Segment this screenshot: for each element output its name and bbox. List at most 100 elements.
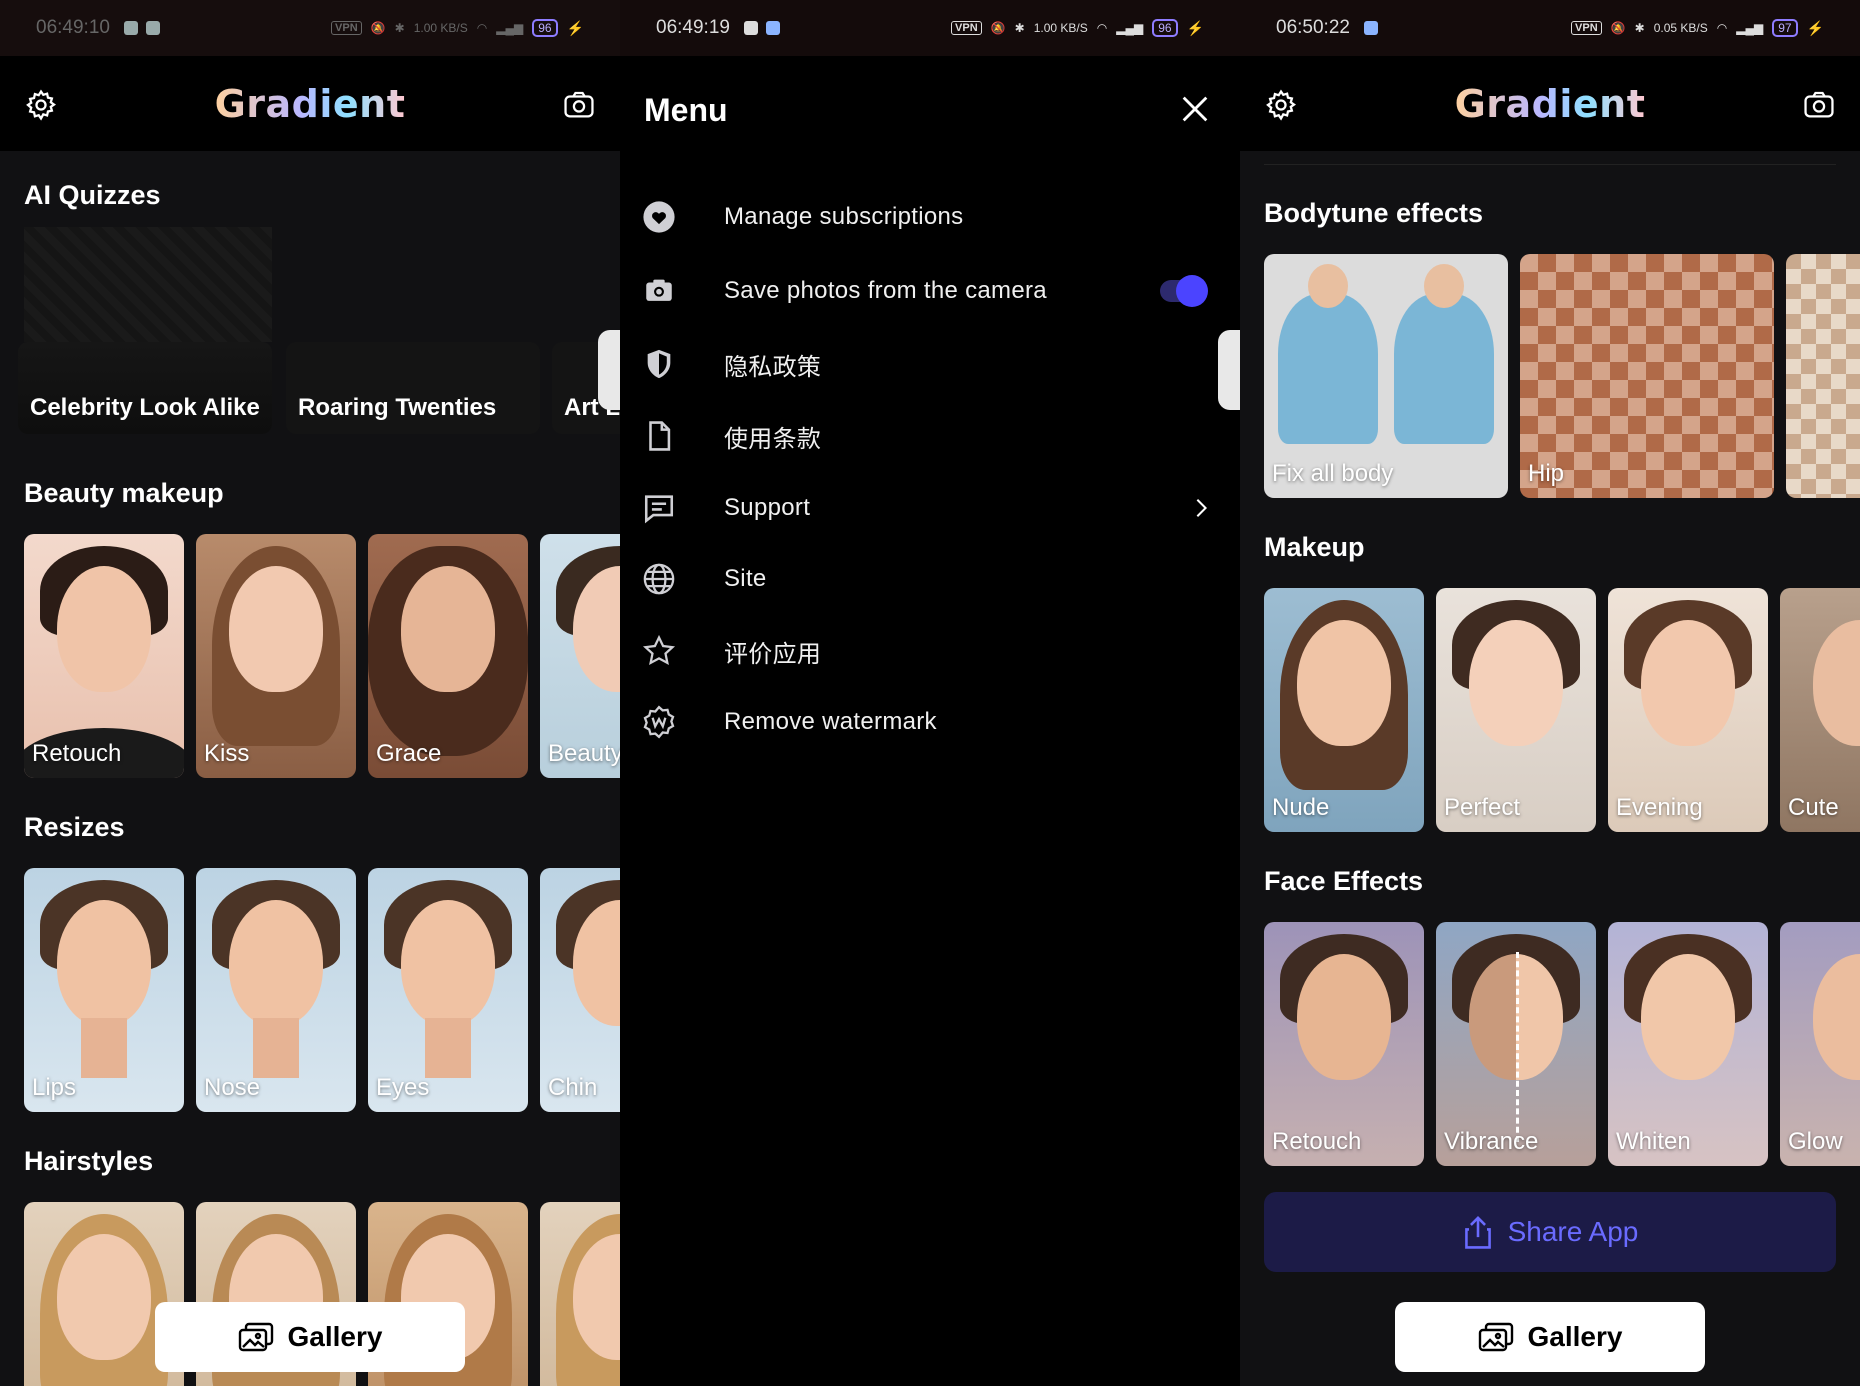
gallery-button-label: Gallery [287,1321,383,1352]
quiz-card[interactable]: Celebrity Look Alike [18,227,272,434]
effect-card[interactable]: Retouch [24,534,184,778]
menu-item-label: Site [724,565,767,592]
bluetooth-icon: ✱ [394,21,405,35]
menu-item-rate-app[interactable]: 评价应用 [620,621,1240,681]
status-time: 06:50:22 [1276,17,1350,38]
card-photo [57,1234,151,1360]
document-icon [649,421,671,451]
status-bar: 06:50:22 VPN 🔕 ✱ 0.05 KB/S ◠ ▂▄▆ 97 ⚡ [1240,0,1860,56]
effect-card[interactable]: Retouch [1264,922,1424,1166]
effect-card[interactable] [540,1202,620,1386]
effect-card-label: Kiss [204,740,250,767]
menu-item-support[interactable]: Support [620,478,1240,538]
camera-icon [646,279,672,301]
menu-item-site[interactable]: Site [620,549,1240,609]
effect-card[interactable]: Fix all body [1264,254,1508,498]
menu-item-manage-subscriptions[interactable]: Manage subscriptions [620,187,1240,247]
card-photo [57,566,151,692]
drawer-handle[interactable] [1218,330,1240,410]
effect-card[interactable]: Eyes [368,868,528,1112]
signal-icon: ▂▄▆ [496,21,524,35]
effect-card-label: Lips [32,1074,77,1101]
menu-item-remove-watermark[interactable]: Remove watermark [620,692,1240,752]
effect-card[interactable]: Whiten [1608,922,1768,1166]
menu-item-label: Support [724,494,811,521]
effect-card[interactable]: Nose [196,868,356,1112]
effect-card[interactable]: Kiss [196,534,356,778]
settings-gear-icon[interactable] [1264,88,1298,122]
effect-card-label: Glow [1788,1128,1843,1155]
camera-icon[interactable] [562,88,596,122]
effect-card[interactable]: Nude [1264,588,1424,832]
app-bar: Gradient [1240,56,1860,151]
gallery-button[interactable]: Gallery [155,1302,465,1372]
app-logo: Gradient [1454,81,1646,126]
vpn-icon: VPN [951,21,982,35]
effect-card[interactable]: Vibrance [1436,922,1596,1166]
section-title-face-effects: Face Effects [1264,866,1424,896]
effect-card-label: Grace [376,740,442,767]
section-title-ai-quizzes: AI Quizzes [24,180,161,210]
card-photo [229,566,323,692]
effect-card-label: Evening [1616,794,1703,821]
effect-card[interactable]: Beauty [540,534,620,778]
close-icon[interactable] [1178,92,1212,126]
menu-item-label: 隐私政策 [724,353,822,381]
effect-card[interactable]: Lips [24,868,184,1112]
shield-icon [647,349,671,379]
chevron-right-icon [1196,499,1208,517]
section-title-hairstyles: Hairstyles [24,1146,154,1176]
effect-card-label: Nose [204,1074,261,1101]
effect-card-label: Nude [1272,794,1330,821]
effect-card-label: Whiten [1616,1128,1691,1155]
star-icon [642,634,676,666]
quiz-card[interactable]: Roaring Twenties [286,342,540,434]
share-app-button[interactable]: Share App [1264,1192,1836,1272]
battery-icon: 96 [532,19,558,37]
save-photos-toggle[interactable] [1160,275,1208,307]
menu-item-save-photos[interactable]: Save photos from the camera [620,261,1240,321]
notification-icon [123,21,138,35]
effect-card[interactable] [1786,254,1860,498]
effect-card[interactable]: Chin [540,868,620,1112]
card-photo [1424,264,1464,308]
drawer-handle[interactable] [598,330,620,410]
battery-icon: 96 [1152,19,1178,37]
menu-title: Menu [644,92,728,128]
camera-icon[interactable] [1802,88,1836,122]
effect-card-label: Cute [1788,794,1839,821]
charging-icon: ⚡ [1806,19,1824,36]
effect-card-label: Hip [1528,460,1565,487]
app-notification-icon [1363,21,1378,35]
signal-icon: ▂▄▆ [1116,21,1144,35]
bluetooth-icon: ✱ [1014,21,1025,35]
effect-card[interactable]: Cute [1780,588,1860,832]
menu-item-terms-of-use[interactable]: 使用条款 [620,406,1240,466]
effect-card-label: Vibrance [1444,1128,1539,1155]
home-screen-right: 06:50:22 VPN 🔕 ✱ 0.05 KB/S ◠ ▂▄▆ 97 ⚡ Gr… [1240,0,1860,1386]
gallery-button[interactable]: Gallery [1395,1302,1705,1372]
wifi-icon: ◠ [1096,21,1108,35]
card-photo [57,900,151,1026]
card-photo [81,1018,127,1078]
card-photo [1308,264,1348,308]
menu-item-privacy-policy[interactable]: 隐私政策 [620,334,1240,394]
app-notification-icon [765,21,780,35]
effect-card[interactable]: Hip [1520,254,1774,498]
wifi-icon: ◠ [476,21,488,35]
effect-card[interactable]: Evening [1608,588,1768,832]
globe-icon [643,563,675,595]
gallery-icon [238,1322,273,1352]
settings-gear-icon[interactable] [24,88,58,122]
section-title-makeup: Makeup [1264,532,1365,562]
vpn-icon: VPN [1571,21,1602,35]
effect-card[interactable]: Perfect [1436,588,1596,832]
watermark-icon [643,705,675,739]
net-speed: 1.00 KB/S [1033,21,1088,35]
heart-icon [643,201,675,233]
effect-card[interactable]: Grace [368,534,528,778]
net-speed: 1.00 KB/S [413,21,468,35]
vpn-icon: VPN [331,21,362,35]
effect-card[interactable]: Glow [1780,922,1860,1166]
status-bar: 06:49:19 VPN 🔕 ✱ 1.00 KB/S ◠ ▂▄▆ 96 ⚡ [620,0,1240,56]
